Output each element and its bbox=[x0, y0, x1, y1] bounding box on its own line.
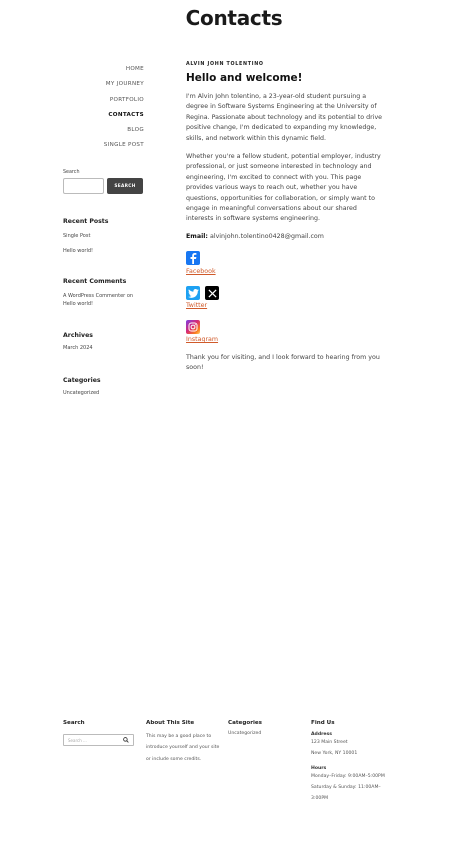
footer-search-widget: Search Search ... bbox=[63, 720, 138, 746]
footer-about-widget: About This Site This may be a good place… bbox=[146, 720, 220, 765]
footer-category-link[interactable]: Uncategorized bbox=[228, 728, 298, 739]
twitter-bird-icon[interactable] bbox=[186, 286, 200, 301]
welcome-heading: Hello and welcome! bbox=[186, 72, 303, 84]
instagram-block: Instagram bbox=[186, 317, 386, 343]
connect-paragraph: Whether you're a fellow student, potenti… bbox=[186, 153, 381, 223]
search-label: Search bbox=[63, 170, 80, 175]
address-line: New York, NY 10001 bbox=[311, 751, 358, 757]
closing-paragraph: Thank you for visiting, and I look forwa… bbox=[186, 353, 380, 372]
footer-search-input[interactable]: Search ... bbox=[63, 734, 134, 746]
footer-search-title: Search bbox=[63, 720, 85, 726]
post-author: ALVIN JOHN TOLENTINO bbox=[186, 62, 264, 67]
twitter-block: Twitter bbox=[186, 283, 386, 309]
recent-post-link[interactable]: Hello world! bbox=[63, 248, 108, 256]
footer-categories-widget: Categories Uncategorized bbox=[228, 720, 298, 739]
sidebar-search: Search SEARCH bbox=[63, 170, 145, 194]
hours-line: Monday–Friday: 9:00AM–5:00PM bbox=[311, 773, 385, 779]
x-icon[interactable] bbox=[205, 286, 220, 301]
footer-find-us-widget: Find Us Address 123 Main Street New York… bbox=[311, 720, 386, 804]
facebook-icon[interactable] bbox=[186, 250, 200, 265]
footer-search-placeholder: Search ... bbox=[68, 737, 87, 743]
recent-post-link[interactable]: Single Post bbox=[63, 233, 108, 241]
instagram-icon[interactable] bbox=[186, 319, 200, 334]
footer-about-text: This may be a good place to introduce yo… bbox=[146, 734, 220, 762]
nav-item-home[interactable]: HOME bbox=[104, 62, 144, 77]
categories-title: Categories bbox=[63, 377, 101, 384]
comment-post-link[interactable]: Hello world! bbox=[63, 301, 133, 309]
email-line: Email: alvinjohn.tolentino0428@gmail.com bbox=[186, 233, 386, 240]
search-input[interactable] bbox=[63, 178, 104, 194]
categories-widget: Categories Uncategorized bbox=[63, 377, 101, 398]
twitter-link[interactable]: Twitter bbox=[186, 302, 386, 309]
nav-item-portfolio[interactable]: PORTFOLIO bbox=[104, 93, 144, 108]
nav-item-contacts[interactable]: CONTACTS bbox=[104, 108, 144, 123]
hours-line: Saturday & Sunday: 11:00AM–3:00PM bbox=[311, 784, 381, 802]
archive-link[interactable]: March 2024 bbox=[63, 345, 93, 353]
facebook-link[interactable]: Facebook bbox=[186, 268, 386, 275]
main-content: ALVIN JOHN TOLENTINO Hello and welcome! … bbox=[186, 62, 386, 374]
nav-item-my-journey[interactable]: MY JOURNEY bbox=[104, 77, 144, 92]
instagram-link[interactable]: Instagram bbox=[186, 336, 386, 343]
nav-item-blog[interactable]: BLOG bbox=[104, 123, 144, 138]
email-label: Email: bbox=[186, 232, 208, 240]
main-navigation: HOME MY JOURNEY PORTFOLIO CONTACTS BLOG … bbox=[104, 62, 144, 154]
comment-author: A WordPress Commenter on bbox=[63, 293, 134, 299]
address-line: 123 Main Street bbox=[311, 740, 348, 745]
archives-title: Archives bbox=[63, 332, 93, 339]
facebook-block: Facebook bbox=[186, 249, 386, 275]
archives-widget: Archives March 2024 bbox=[63, 332, 93, 353]
search-icon[interactable] bbox=[123, 737, 129, 743]
email-address[interactable]: alvinjohn.tolentino0428@gmail.com bbox=[210, 233, 324, 240]
recent-comments-title: Recent Comments bbox=[63, 278, 127, 285]
page-title: Contacts bbox=[185, 6, 283, 30]
nav-item-single-post[interactable]: SINGLE POST bbox=[104, 138, 144, 153]
recent-comments-widget: Recent Comments A WordPress Commenter on… bbox=[63, 278, 133, 308]
category-link[interactable]: Uncategorized bbox=[63, 390, 101, 398]
search-button[interactable]: SEARCH bbox=[107, 178, 143, 194]
intro-paragraph: I'm Alvin John tolentino, a 23-year-old … bbox=[186, 93, 383, 142]
recent-posts-title: Recent Posts bbox=[63, 218, 109, 225]
recent-posts-widget: Recent Posts Single Post Hello world! bbox=[63, 218, 108, 255]
